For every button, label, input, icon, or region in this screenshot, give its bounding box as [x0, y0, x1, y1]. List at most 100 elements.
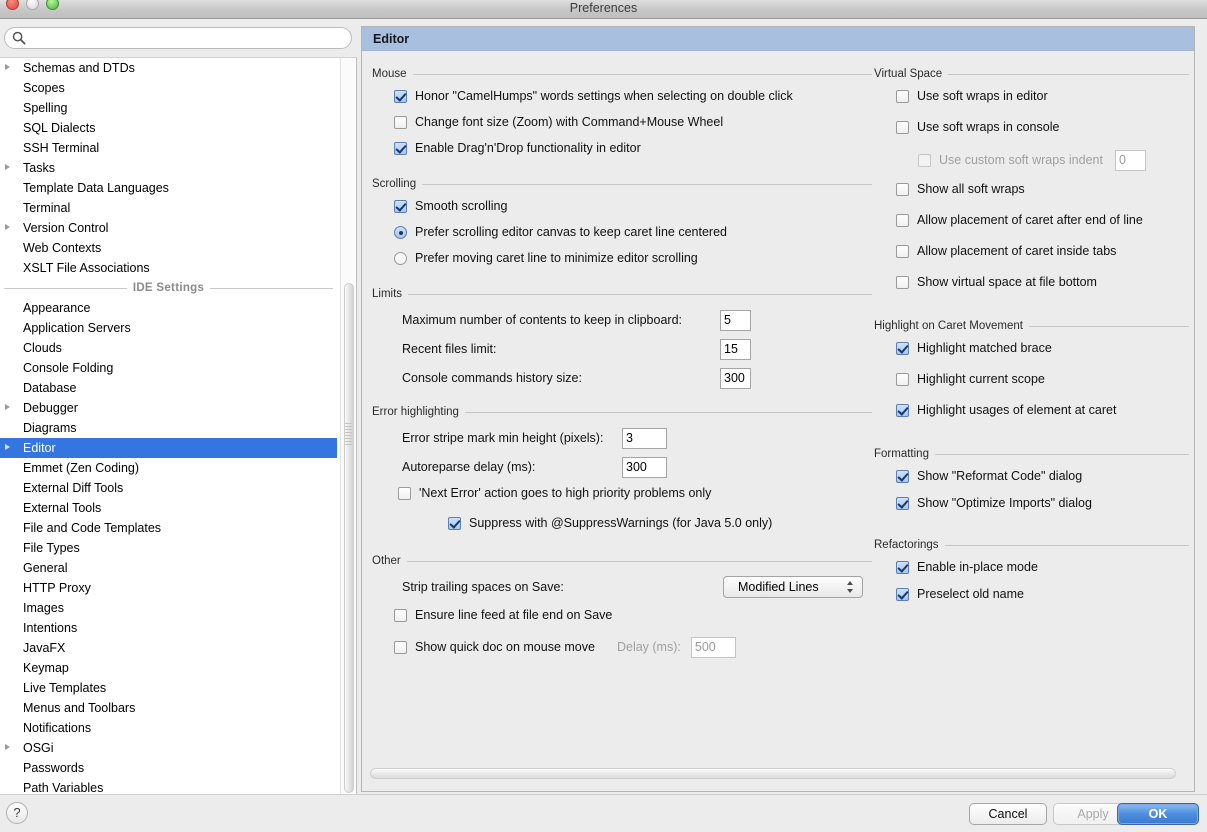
checkbox-row-preselect-old-name[interactable]: Preselect old name	[896, 586, 1189, 608]
checkbox-row-quick-doc[interactable]: Show quick doc on mouse move Delay (ms):	[394, 636, 872, 658]
sidebar-item-schemas-and-dtds[interactable]: Schemas and DTDs	[0, 58, 337, 78]
checkbox-preselect-old-name[interactable]	[896, 588, 909, 601]
sidebar-item-web-contexts[interactable]: Web Contexts	[0, 238, 337, 258]
sidebar-item-clouds[interactable]: Clouds	[0, 338, 337, 358]
sidebar-item-images[interactable]: Images	[0, 598, 337, 618]
checkbox-highlight-matched-brace[interactable]	[896, 342, 909, 355]
sidebar-item-external-tools[interactable]: External Tools	[0, 498, 337, 518]
sidebar-item-tasks[interactable]: Tasks	[0, 158, 337, 178]
sidebar-item-osgi[interactable]: OSGi	[0, 738, 337, 758]
ok-button[interactable]: OK	[1117, 803, 1199, 825]
checkbox-row-caret-after-eol[interactable]: Allow placement of caret after end of li…	[896, 212, 1189, 234]
checkbox-show-reformat-code-dialog[interactable]	[896, 470, 909, 483]
checkbox-row-custom-indent[interactable]: Use custom soft wraps indent	[918, 149, 1189, 171]
checkbox-row-font-zoom[interactable]: Change font size (Zoom) with Command+Mou…	[394, 114, 872, 136]
sidebar-item-editor[interactable]: Editor	[0, 438, 337, 458]
sidebar-item-javafx[interactable]: JavaFX	[0, 638, 337, 658]
main-horizontal-scrollbar[interactable]	[370, 766, 1186, 781]
sidebar-item-emmet-zen-coding[interactable]: Emmet (Zen Coding)	[0, 458, 337, 478]
sidebar-resize-grip[interactable]	[345, 423, 352, 445]
expand-arrow-icon[interactable]	[5, 224, 10, 230]
sidebar-item-terminal[interactable]: Terminal	[0, 198, 337, 218]
sidebar-item-intentions[interactable]: Intentions	[0, 618, 337, 638]
input-clipboard-size[interactable]	[720, 309, 751, 331]
sidebar-item-application-servers[interactable]: Application Servers	[0, 318, 337, 338]
checkbox-highlight-usages[interactable]	[896, 404, 909, 417]
sidebar-item-xslt-file-associations[interactable]: XSLT File Associations	[0, 258, 337, 278]
radio-row-prefer-canvas[interactable]: Prefer scrolling editor canvas to keep c…	[394, 224, 872, 246]
input-autoreparse-delay[interactable]	[622, 456, 667, 478]
checkbox-show-optimize-imports-dialog[interactable]	[896, 497, 909, 510]
sidebar-item-database[interactable]: Database	[0, 378, 337, 398]
checkbox-row-camel-humps[interactable]: Honor "CamelHumps" words settings when s…	[394, 88, 872, 110]
checkbox-row-soft-wraps-editor[interactable]: Use soft wraps in editor	[896, 88, 1189, 110]
sidebar-item-debugger[interactable]: Debugger	[0, 398, 337, 418]
checkbox-row-reformat-dialog[interactable]: Show "Reformat Code" dialog	[896, 468, 1189, 490]
sidebar-item-diagrams[interactable]: Diagrams	[0, 418, 337, 438]
expand-arrow-icon[interactable]	[5, 444, 10, 450]
sidebar-item-external-diff-tools[interactable]: External Diff Tools	[0, 478, 337, 498]
expand-arrow-icon[interactable]	[5, 744, 10, 750]
checkbox-quick-doc[interactable]	[394, 640, 407, 654]
sidebar-item-appearance[interactable]: Appearance	[0, 298, 337, 318]
sidebar-item-template-data-languages[interactable]: Template Data Languages	[0, 178, 337, 198]
checkbox-soft-wraps-console[interactable]	[896, 121, 909, 134]
expand-arrow-icon[interactable]	[5, 64, 10, 70]
sidebar-item-scopes[interactable]: Scopes	[0, 78, 337, 98]
sidebar-item-passwords[interactable]: Passwords	[0, 758, 337, 778]
radio-row-prefer-caret[interactable]: Prefer moving caret line to minimize edi…	[394, 250, 872, 272]
checkbox-ensure-line-feed[interactable]	[394, 609, 407, 622]
expand-arrow-icon[interactable]	[5, 164, 10, 170]
sidebar-item-menus-and-toolbars[interactable]: Menus and Toolbars	[0, 698, 337, 718]
sidebar-item-version-control[interactable]: Version Control	[0, 218, 337, 238]
checkbox-row-line-feed[interactable]: Ensure line feed at file end on Save	[394, 607, 872, 629]
checkbox-row-caret-inside-tabs[interactable]: Allow placement of caret inside tabs	[896, 243, 1189, 265]
cancel-button[interactable]: Cancel	[969, 803, 1047, 825]
checkbox-camel-humps[interactable]	[394, 90, 407, 103]
checkbox-smooth-scrolling[interactable]	[394, 200, 407, 213]
radio-prefer-canvas[interactable]	[394, 226, 407, 239]
checkbox-row-virtual-space-bottom[interactable]: Show virtual space at file bottom	[896, 274, 1189, 296]
checkbox-highlight-current-scope[interactable]	[896, 373, 909, 386]
sidebar-item-spelling[interactable]: Spelling	[0, 98, 337, 118]
settings-tree[interactable]: Schemas and DTDs Scopes Spelling SQL Dialec…	[0, 57, 357, 814]
sidebar-item-file-types[interactable]: File Types	[0, 538, 337, 558]
checkbox-font-zoom[interactable]	[394, 116, 407, 129]
sidebar-item-file-and-code-templates[interactable]: File and Code Templates	[0, 518, 337, 538]
checkbox-custom-soft-wraps-indent[interactable]	[918, 153, 931, 167]
checkbox-caret-inside-tabs[interactable]	[896, 245, 909, 258]
dropdown-strip-trailing-spaces[interactable]: Modified Lines	[723, 576, 863, 598]
sidebar-item-sql-dialects[interactable]: SQL Dialects	[0, 118, 337, 138]
checkbox-soft-wraps-editor[interactable]	[896, 90, 909, 103]
input-stripe-height[interactable]	[622, 427, 667, 449]
help-button[interactable]: ?	[6, 802, 28, 824]
sidebar-item-general[interactable]: General	[0, 558, 337, 578]
sidebar-item-console-folding[interactable]: Console Folding	[0, 358, 337, 378]
checkbox-row-soft-wraps-console[interactable]: Use soft wraps in console	[896, 119, 1189, 141]
checkbox-row-smooth-scrolling[interactable]: Smooth scrolling	[394, 198, 872, 220]
sidebar-item-notifications[interactable]: Notifications	[0, 718, 337, 738]
input-quick-doc-delay[interactable]	[690, 636, 736, 658]
checkbox-row-in-place-mode[interactable]: Enable in-place mode	[896, 559, 1189, 581]
checkbox-row-drag-drop[interactable]: Enable Drag'n'Drop functionality in edit…	[394, 140, 872, 162]
main-horizontal-scrollbar-thumb[interactable]	[370, 768, 1176, 779]
sidebar-scrollbar-thumb[interactable]	[344, 283, 354, 793]
sidebar-item-http-proxy[interactable]: HTTP Proxy	[0, 578, 337, 598]
checkbox-row-optimize-dialog[interactable]: Show "Optimize Imports" dialog	[896, 495, 1189, 517]
checkbox-enable-in-place-mode[interactable]	[896, 561, 909, 574]
expand-arrow-icon[interactable]	[5, 404, 10, 410]
checkbox-row-usages[interactable]: Highlight usages of element at caret	[896, 402, 1189, 424]
input-console-history-size[interactable]	[720, 367, 751, 389]
checkbox-row-current-scope[interactable]: Highlight current scope	[896, 371, 1189, 393]
checkbox-drag-drop[interactable]	[394, 142, 407, 155]
sidebar-item-live-templates[interactable]: Live Templates	[0, 678, 337, 698]
checkbox-row-next-error[interactable]: 'Next Error' action goes to high priorit…	[398, 485, 872, 507]
search-input[interactable]	[4, 27, 352, 49]
input-custom-soft-wraps-indent[interactable]	[1114, 149, 1146, 171]
checkbox-next-error[interactable]	[398, 487, 411, 500]
checkbox-row-show-all-soft-wraps[interactable]: Show all soft wraps	[896, 181, 1189, 203]
checkbox-caret-after-end-of-line[interactable]	[896, 214, 909, 227]
checkbox-row-matched-brace[interactable]: Highlight matched brace	[896, 340, 1189, 362]
sidebar-item-keymap[interactable]: Keymap	[0, 658, 337, 678]
checkbox-show-all-soft-wraps[interactable]	[896, 183, 909, 196]
